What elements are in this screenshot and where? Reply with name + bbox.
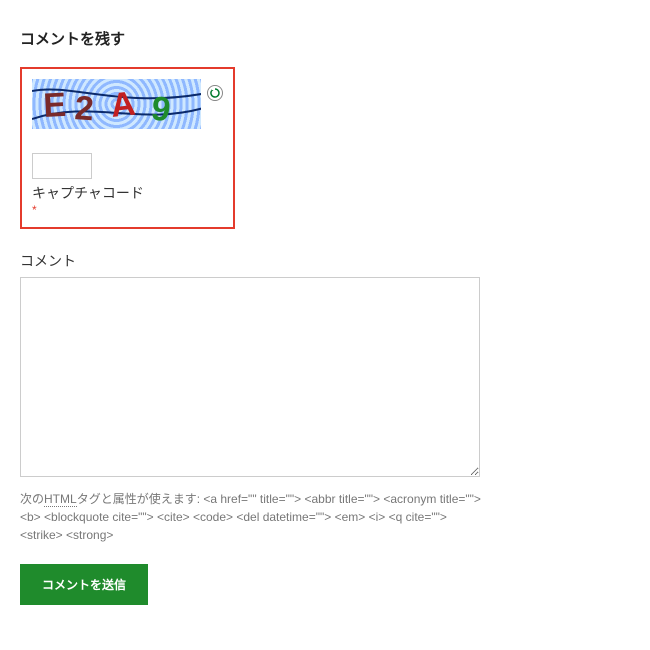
captcha-input[interactable] <box>32 153 92 179</box>
allowed-tags-help: 次のHTMLタグと属性が使えます: <a href="" title=""> <… <box>20 490 485 544</box>
captcha-image-row: E 2 A 9 <box>32 79 223 129</box>
svg-text:9: 9 <box>149 89 173 129</box>
allowed-tags-suffix: タグと属性が使えます: <box>77 492 204 506</box>
submit-button[interactable]: コメントを送信 <box>20 564 148 605</box>
allowed-tags-prefix: 次の <box>20 492 44 506</box>
captcha-section: E 2 A 9 キャプチャコード * <box>20 67 235 229</box>
page-title: コメントを残す <box>20 28 630 49</box>
svg-text:E: E <box>42 86 67 125</box>
required-marker: * <box>32 203 223 217</box>
refresh-icon[interactable] <box>207 85 223 101</box>
captcha-label: キャプチャコード <box>32 183 223 203</box>
captcha-image: E 2 A 9 <box>32 79 201 129</box>
svg-text:2: 2 <box>73 89 95 128</box>
comment-textarea[interactable] <box>20 277 480 477</box>
html-abbr: HTML <box>44 492 77 507</box>
comment-label: コメント <box>20 251 630 271</box>
svg-text:A: A <box>109 85 137 125</box>
